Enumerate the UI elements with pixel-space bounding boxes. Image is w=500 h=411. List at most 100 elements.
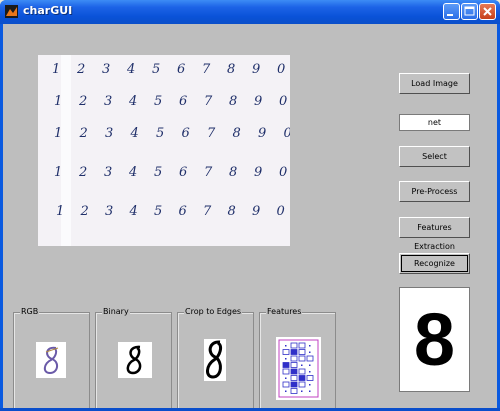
figure-area: 1 2 3 4 5 6 7 8 9 0 1 2 3 4 5 6 7 8 9 0 1 2 3 4 5 6 7 8 9 0 1 2 3 4 5 6 7 8 9 0… [3,24,497,411]
crop-panel: Crop to Edges [177,306,254,411]
rgb-digit-image [36,342,66,378]
feature-cell [298,381,306,388]
features-grid-image [276,337,321,400]
feature-cell [290,342,298,349]
features-extraction-button[interactable]: Features Extraction [399,217,470,251]
feature-cell [290,362,298,368]
features-panel: Features [259,306,336,411]
minimize-icon [447,14,453,16]
matlab-icon [5,5,18,18]
handwritten-digit: 9 [252,62,260,77]
features-grid [278,339,319,398]
handwritten-digit: 8 [233,126,241,141]
minimize-button[interactable] [443,3,460,20]
handwritten-digit: 7 [204,94,213,109]
panel-title: Features [266,306,303,318]
handwritten-digit: 1 [54,165,62,180]
app-window: charGUI 1 2 3 4 5 6 7 8 9 0 1 2 3 4 5 6 7 8 9 0 1 2 3 4 5 6 7 8 9 0 1 2… [0,0,500,411]
close-button[interactable] [479,3,496,20]
handwritten-digit: 5 [156,126,164,141]
handwritten-digit: 6 [179,204,187,219]
handwritten-digit: 4 [128,165,137,180]
digit-eight-binary [126,345,142,375]
handwritten-digit: 5 [154,165,162,180]
handwritten-digit: 0 [279,94,287,109]
feature-cell [290,355,298,362]
feature-cell [290,375,298,381]
handwritten-digit: 0 [277,204,285,219]
feature-cell [282,368,290,375]
recognized-digit: 8 [413,298,456,381]
handwritten-digit: 4 [130,126,139,141]
pre-process-button[interactable]: Pre-Process [399,181,470,202]
binary-digit-image [118,342,152,378]
feature-cell [282,362,290,368]
select-button[interactable]: Select [399,146,470,167]
panel-title: Binary [102,306,130,318]
window-title: charGUI [23,4,73,17]
handwritten-digits-image: 1 2 3 4 5 6 7 8 9 0 1 2 3 4 5 6 7 8 9 0 1 2 3 4 5 6 7 8 9 0 1 2 3 4 5 6 7 8 9 0… [52,55,291,246]
handwritten-digit: 8 [229,94,237,109]
handwritten-digit: 7 [203,204,212,219]
handwritten-digit: 5 [154,94,162,109]
handwritten-digit: 1 [54,94,62,109]
recognize-button[interactable]: Recognize [399,253,470,274]
feature-cell [298,342,306,349]
handwritten-digit: 7 [204,165,213,180]
close-icon [483,7,492,16]
handwritten-digit: 3 [104,94,112,109]
handwritten-digit: 8 [227,62,235,77]
maximize-icon [464,6,475,16]
handwritten-digit: 7 [202,62,211,77]
handwritten-digit: 1 [54,126,62,141]
handwritten-digit: 6 [182,126,190,141]
load-image-button[interactable]: Load Image [399,73,470,94]
panel-title: Crop to Edges [184,306,243,318]
handwritten-digit: 2 [78,165,87,180]
handwritten-digit: 7 [207,126,216,141]
feature-cell [306,375,314,381]
handwritten-digit: 3 [104,165,112,180]
feature-cell [298,368,306,375]
handwritten-digit: 3 [102,62,110,77]
handwritten-digit: 4 [128,94,137,109]
handwritten-digit: 5 [152,62,160,77]
handwritten-digit: 2 [76,62,85,77]
feature-cell [306,355,314,362]
digit-eight-rgb [43,346,59,375]
feature-cell [282,349,290,355]
feature-cell [298,349,306,355]
handwritten-digit: 2 [78,94,87,109]
handwritten-digit: 9 [258,126,266,141]
binary-panel: Binary [95,306,172,411]
input-image-axes: 1 2 3 4 5 6 7 8 9 0 1 2 3 4 5 6 7 8 9 0 1 2 3 4 5 6 7 8 9 0 1 2 3 4 5 6 7 8 9 0… [38,55,290,246]
handwritten-digit: 0 [277,62,285,77]
result-box: 8 [399,287,470,392]
feature-cell [298,375,306,381]
handwritten-digit: 0 [284,126,291,141]
handwritten-digit: 9 [252,204,260,219]
handwritten-digit: 3 [105,126,113,141]
feature-cell [298,355,306,362]
handwritten-digit: 0 [279,165,287,180]
panel-title: RGB [20,306,40,318]
features-border [278,339,319,398]
cropped-digit-image [204,339,226,381]
feature-cell [290,368,298,375]
method-field[interactable]: net [399,114,470,131]
handwritten-digit: 9 [254,94,262,109]
handwritten-digit: 2 [79,126,88,141]
handwritten-digit: 8 [229,165,237,180]
handwritten-digit: 8 [228,204,236,219]
title-bar[interactable]: charGUI [0,0,500,24]
feature-cell [290,349,298,355]
digit-eight-cropped [206,340,223,379]
maximize-button[interactable] [461,3,478,20]
rgb-panel: RGB [13,306,90,411]
handwritten-digit: 6 [179,165,187,180]
handwritten-digit: 1 [52,62,60,77]
feature-cell [290,381,298,388]
handwritten-digit: 5 [154,204,162,219]
feature-cell [282,381,290,388]
handwritten-digit: 9 [254,165,262,180]
